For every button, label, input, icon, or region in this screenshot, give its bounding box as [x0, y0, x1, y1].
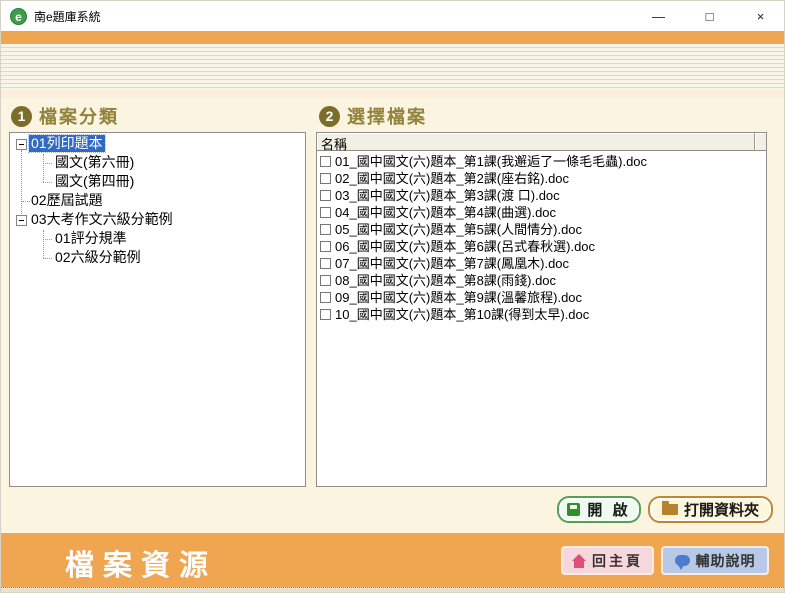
title-bar: e 南e題庫系統 — □ ×	[1, 1, 785, 31]
file-name: 10_國中國文(六)題本_第10課(得到太早).doc	[335, 306, 589, 323]
folder-icon	[662, 504, 678, 515]
bottom-edge	[1, 587, 785, 593]
tree-item-level6-examples[interactable]: 02六級分範例	[53, 249, 143, 266]
file-name: 02_國中國文(六)題本_第2課(座右銘).doc	[335, 170, 569, 187]
file-row[interactable]: 01_國中國文(六)題本_第1課(我邂逅了一條毛毛蟲).doc	[317, 153, 766, 170]
file-row[interactable]: 03_國中國文(六)題本_第3課(渡 口).doc	[317, 187, 766, 204]
file-checkbox[interactable]	[320, 207, 331, 218]
maximize-button[interactable]: □	[684, 1, 735, 31]
top-orange-band	[1, 31, 785, 44]
striped-band	[1, 44, 785, 90]
file-row[interactable]: 04_國中國文(六)題本_第4課(曲選).doc	[317, 204, 766, 221]
help-button[interactable]: 輔助說明	[661, 546, 769, 575]
tree-item-essay-examples[interactable]: 03大考作文六級分範例	[29, 211, 175, 228]
category-tree-panel: 01列印題本 國文(第六冊) 國文(第四冊) 02歷屆試題 03大考作文六級分範…	[9, 132, 306, 487]
section-header-choose: 2 選擇檔案	[319, 103, 427, 129]
tree-item-scoring-criteria[interactable]: 01評分規準	[53, 230, 129, 247]
home-icon	[572, 555, 586, 567]
file-list-panel: 名稱 01_國中國文(六)題本_第1課(我邂逅了一條毛毛蟲).doc 02_國中…	[316, 132, 767, 487]
file-name: 05_國中國文(六)題本_第5課(人間情分).doc	[335, 221, 582, 238]
column-header-filler	[755, 133, 766, 151]
file-list-header: 名稱	[317, 133, 766, 151]
file-checkbox[interactable]	[320, 224, 331, 235]
section-header-classify: 1 檔案分類	[11, 103, 119, 129]
file-name: 06_國中國文(六)題本_第6課(呂式春秋選).doc	[335, 238, 595, 255]
open-button[interactable]: 開 啟	[557, 496, 641, 523]
open-button-label: 開 啟	[587, 499, 630, 520]
help-button-label: 輔助說明	[696, 551, 756, 571]
speech-bubble-icon	[675, 555, 690, 566]
app-logo-icon: e	[10, 8, 27, 25]
file-checkbox[interactable]	[320, 173, 331, 184]
file-checkbox[interactable]	[320, 309, 331, 320]
file-checkbox[interactable]	[320, 156, 331, 167]
file-row[interactable]: 06_國中國文(六)題本_第6課(呂式春秋選).doc	[317, 238, 766, 255]
minimize-button[interactable]: —	[633, 1, 684, 31]
home-button-label: 回主頁	[592, 551, 643, 571]
file-checkbox[interactable]	[320, 292, 331, 303]
open-folder-button[interactable]: 打開資料夾	[648, 496, 773, 523]
tree-item-chinese-vol6[interactable]: 國文(第六冊)	[53, 154, 136, 171]
striped-band-fade	[1, 90, 785, 98]
app-window: e 南e題庫系統 — □ × 1 檔案分類 2 選擇檔案 01列印題本 國文(第	[0, 0, 785, 593]
file-name: 03_國中國文(六)題本_第3課(渡 口).doc	[335, 187, 560, 204]
file-name: 01_國中國文(六)題本_第1課(我邂逅了一條毛毛蟲).doc	[335, 153, 647, 170]
file-name: 08_國中國文(六)題本_第8課(雨錢).doc	[335, 272, 556, 289]
footer-bar: 檔案資源 回主頁 輔助說明	[1, 533, 785, 587]
tree-collapse-icon[interactable]	[16, 215, 27, 226]
open-icon	[567, 503, 580, 516]
home-button[interactable]: 回主頁	[561, 546, 654, 575]
tree-guide-line	[21, 150, 22, 220]
window-controls: — □ ×	[633, 1, 785, 31]
step-2-badge: 2	[319, 106, 340, 127]
file-row[interactable]: 07_國中國文(六)題本_第7課(鳳凰木).doc	[317, 255, 766, 272]
tree-collapse-icon[interactable]	[16, 139, 27, 150]
file-row[interactable]: 08_國中國文(六)題本_第8課(雨錢).doc	[317, 272, 766, 289]
page-title: 檔案資源	[65, 542, 217, 584]
tree-guide-line	[43, 230, 44, 258]
file-row[interactable]: 05_國中國文(六)題本_第5課(人間情分).doc	[317, 221, 766, 238]
close-button[interactable]: ×	[735, 1, 785, 31]
tree-item-chinese-vol4[interactable]: 國文(第四冊)	[53, 173, 136, 190]
tree-item-print-books[interactable]: 01列印題本	[29, 135, 105, 152]
file-row[interactable]: 10_國中國文(六)題本_第10課(得到太早).doc	[317, 306, 766, 323]
tree-guide-line	[43, 258, 52, 259]
tree-guide-line	[43, 163, 52, 164]
tree-item-past-exams[interactable]: 02歷屆試題	[29, 192, 105, 209]
file-checkbox[interactable]	[320, 258, 331, 269]
file-row[interactable]: 02_國中國文(六)題本_第2課(座右銘).doc	[317, 170, 766, 187]
file-name: 09_國中國文(六)題本_第9課(溫馨旅程).doc	[335, 289, 582, 306]
file-name: 07_國中國文(六)題本_第7課(鳳凰木).doc	[335, 255, 569, 272]
file-name: 04_國中國文(六)題本_第4課(曲選).doc	[335, 204, 556, 221]
tree-guide-line	[43, 239, 52, 240]
file-checkbox[interactable]	[320, 190, 331, 201]
window-title: 南e題庫系統	[34, 8, 101, 25]
file-checkbox[interactable]	[320, 241, 331, 252]
step-1-badge: 1	[11, 106, 32, 127]
file-row[interactable]: 09_國中國文(六)題本_第9課(溫馨旅程).doc	[317, 289, 766, 306]
file-list-body: 01_國中國文(六)題本_第1課(我邂逅了一條毛毛蟲).doc 02_國中國文(…	[317, 151, 766, 486]
tree-guide-line	[43, 182, 52, 183]
open-folder-button-label: 打開資料夾	[684, 499, 759, 520]
file-checkbox[interactable]	[320, 275, 331, 286]
column-header-name[interactable]: 名稱	[317, 133, 755, 151]
tree-guide-line	[43, 154, 44, 182]
section-choose-label: 選擇檔案	[347, 103, 427, 129]
section-classify-label: 檔案分類	[39, 103, 119, 129]
